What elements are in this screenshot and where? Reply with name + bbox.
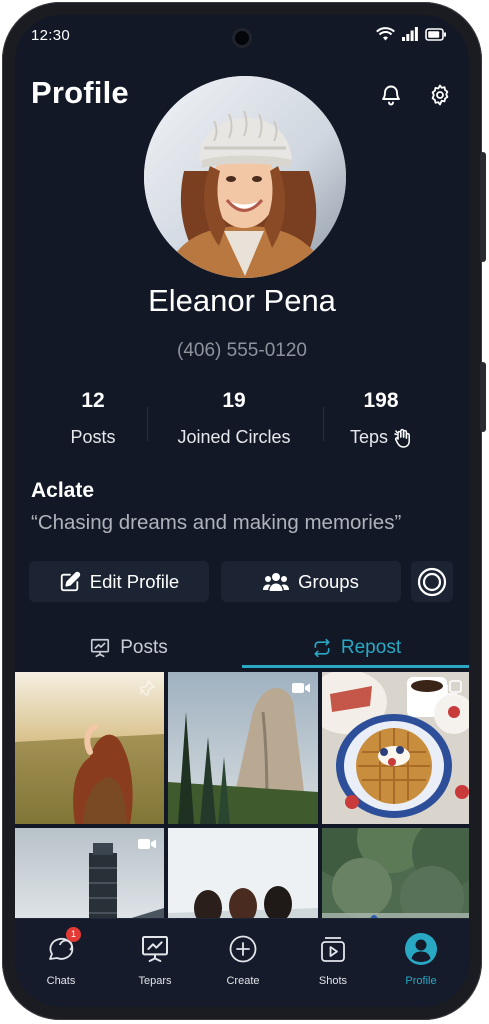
tab-label: Posts	[120, 637, 168, 658]
presentation-icon	[91, 638, 110, 658]
repost-icon	[314, 638, 330, 658]
nav-label: Shots	[318, 975, 348, 987]
nav-tepars[interactable]: Tepars	[115, 929, 195, 987]
groups-icon	[263, 572, 290, 591]
user-name: Eleanor Pena	[148, 283, 336, 318]
circle-target-icon	[417, 567, 447, 596]
multi-image-icon	[446, 680, 462, 695]
stat-label: Posts	[18, 427, 168, 448]
stats-row: 12 Posts 19 Joined Circles 198 Teps	[15, 389, 469, 459]
grid-item[interactable]	[168, 672, 318, 824]
circle-target-button[interactable]	[411, 561, 453, 602]
status-time: 12:30	[31, 27, 71, 44]
edit-profile-button[interactable]: Edit Profile	[29, 561, 209, 602]
stat-value: 198	[363, 389, 399, 412]
stat-joined-circles[interactable]: 19 Joined Circles	[159, 389, 309, 448]
status-icons	[376, 27, 447, 41]
nav-label: Create	[226, 975, 260, 987]
battery-icon	[425, 27, 446, 41]
bio-title: Aclate	[31, 479, 95, 502]
stat-divider	[323, 407, 324, 441]
stat-teps[interactable]: 198 Teps	[306, 389, 456, 448]
wifi-icon	[376, 27, 395, 41]
stat-label-text: Posts	[70, 427, 116, 447]
nav-chats[interactable]: 1 Chats	[21, 927, 101, 987]
edit-icon	[60, 571, 80, 591]
tab-posts[interactable]: Posts	[15, 627, 242, 669]
stat-label-text: Joined Circles	[177, 427, 291, 447]
grid-item[interactable]	[15, 672, 164, 824]
avatar[interactable]	[144, 76, 346, 278]
tab-label: Repost	[340, 637, 402, 658]
user-icon	[405, 933, 437, 965]
signal-icon	[402, 27, 418, 41]
nav-label: Chats	[46, 975, 76, 987]
gear-icon[interactable]	[428, 83, 452, 107]
stat-label-text: Teps	[349, 427, 389, 447]
bottom-nav: 1 Chats Tepars Create Shots Profile	[15, 918, 469, 1007]
status-bar: 12:30	[15, 15, 469, 59]
nav-shots[interactable]: Shots	[293, 929, 373, 987]
nav-icon	[135, 929, 175, 969]
stat-divider	[147, 407, 148, 441]
edit-profile-label: Edit Profile	[89, 570, 180, 592]
nav-icon	[313, 929, 353, 969]
tab-repost[interactable]: Repost	[242, 627, 469, 669]
stat-label: Teps	[306, 427, 456, 448]
volume-button	[480, 152, 486, 262]
stat-value: 12	[81, 389, 105, 412]
tab-active-indicator	[242, 665, 469, 668]
groups-button[interactable]: Groups	[221, 561, 401, 602]
bell-icon[interactable]	[379, 83, 403, 107]
front-camera	[232, 28, 252, 48]
clapping-hand-icon	[394, 428, 410, 448]
power-button	[480, 362, 486, 432]
video-icon	[138, 839, 156, 849]
nav-profile[interactable]: Profile	[381, 929, 461, 987]
nav-icon	[223, 929, 263, 969]
user-phone: (406) 555-0120	[177, 340, 307, 361]
bio-quote: “Chasing dreams and making memories”	[31, 511, 402, 534]
nav-icon: 1	[41, 927, 81, 969]
page-title: Profile	[31, 75, 129, 110]
nav-icon	[401, 929, 441, 969]
presentation-icon	[142, 936, 168, 962]
avatar-portrait	[144, 76, 346, 278]
groups-label: Groups	[298, 570, 359, 592]
nav-create[interactable]: Create	[203, 929, 283, 987]
chat-badge: 1	[66, 927, 81, 942]
grid-item[interactable]	[322, 672, 469, 824]
stat-value: 19	[222, 389, 246, 412]
nav-label: Tepars	[138, 975, 172, 987]
play-stack-icon	[321, 937, 345, 962]
screen: 12:30 Profile Eleanor Pena (406) 555-012…	[15, 15, 469, 1007]
pin-icon	[139, 680, 156, 696]
stat-posts[interactable]: 12 Posts	[18, 389, 168, 448]
plus-circle-icon	[229, 935, 257, 963]
nav-label: Profile	[405, 975, 437, 987]
video-icon	[292, 683, 310, 693]
stat-label: Joined Circles	[159, 427, 309, 448]
phone-frame: 12:30 Profile Eleanor Pena (406) 555-012…	[2, 2, 486, 1020]
